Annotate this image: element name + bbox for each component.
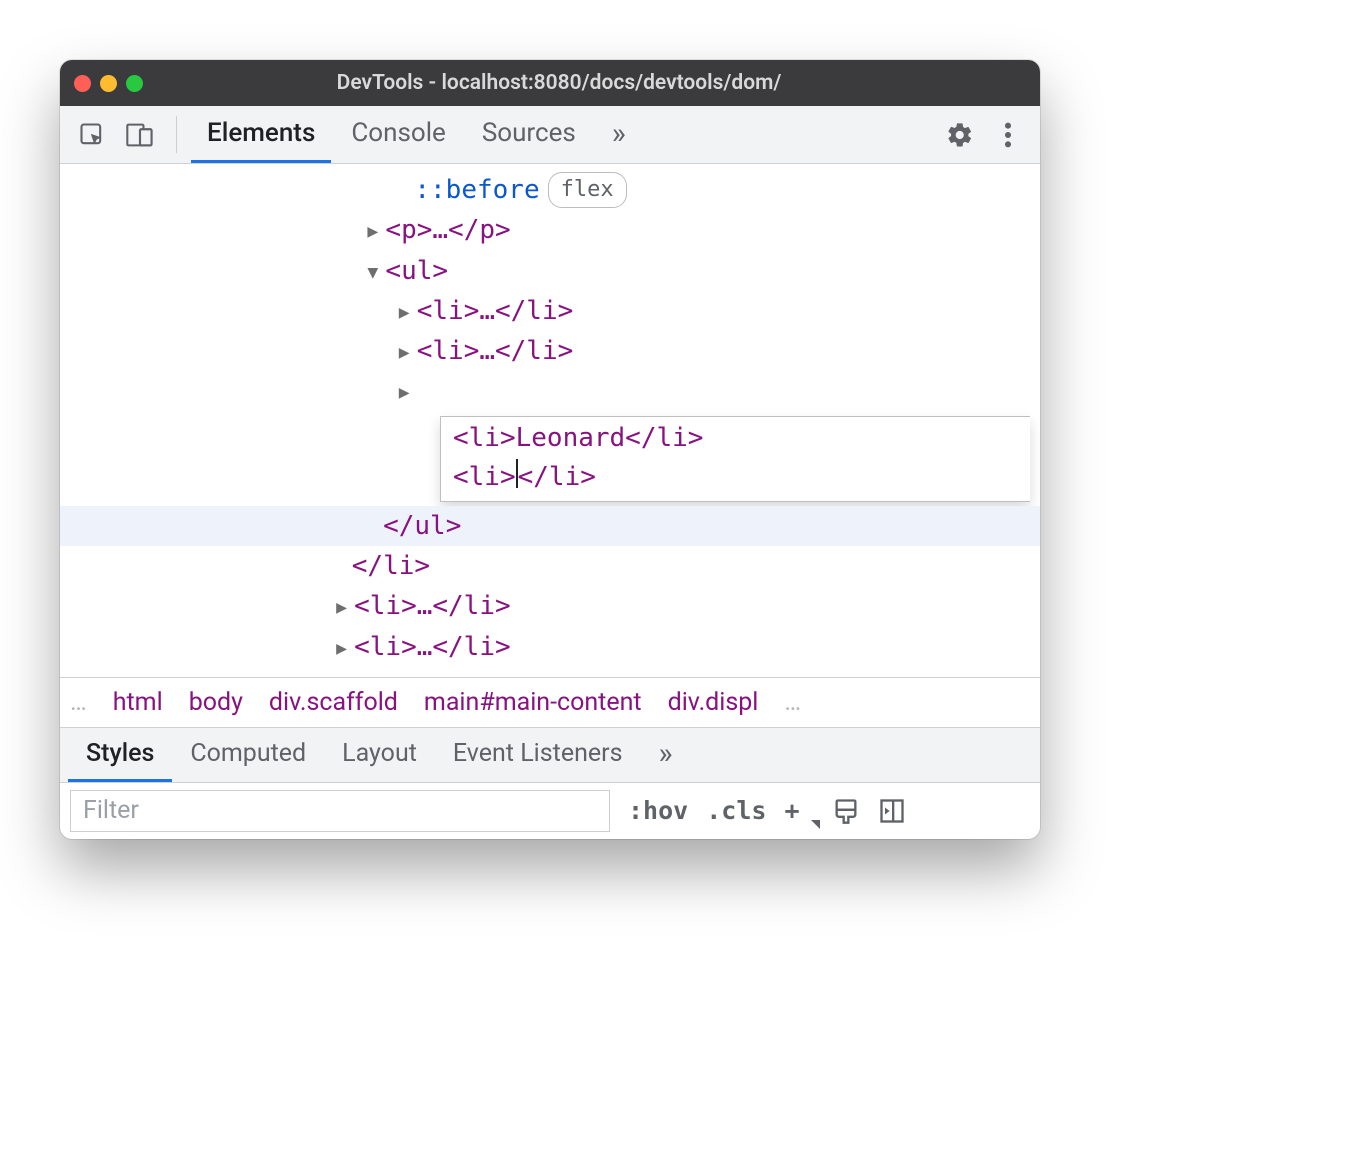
new-style-rule-button[interactable]: +	[784, 796, 814, 825]
brush-icon	[832, 797, 860, 825]
dom-node: <li>…</li>	[417, 296, 574, 326]
computed-panel-toggle[interactable]	[878, 797, 906, 825]
breadcrumb-item[interactable]: div.displ	[668, 688, 759, 717]
dom-node: </li>	[352, 551, 430, 581]
expand-icon[interactable]: ▶	[399, 379, 417, 407]
device-toolbar-icon[interactable]	[118, 106, 162, 163]
breadcrumb-item[interactable]: main#main-content	[424, 688, 642, 717]
tab-label: Console	[351, 118, 445, 148]
breadcrumb: … html body div.scaffold main#main-conte…	[60, 677, 1040, 727]
chevron-right-icon: »	[659, 736, 673, 771]
inspect-element-icon[interactable]	[70, 106, 114, 163]
dom-node-row[interactable]: ▶<li>…</li>	[60, 627, 1040, 667]
sidebar-collapse-icon	[878, 797, 906, 825]
dom-node: <ul>	[385, 256, 448, 286]
expand-icon[interactable]: ▶	[399, 339, 417, 367]
breadcrumb-overflow-right[interactable]: …	[784, 688, 801, 717]
styles-pane-tabs: Styles Computed Layout Event Listeners »	[60, 727, 1040, 783]
dom-node-row[interactable]: </ul>	[60, 506, 1040, 546]
dom-node-row[interactable]: ▶	[60, 371, 1040, 411]
plus-icon: +	[784, 796, 799, 825]
expand-icon[interactable]: ▶	[399, 299, 417, 327]
dom-node: <p>…</p>	[385, 215, 510, 245]
tab-elements[interactable]: Elements	[191, 106, 331, 163]
dom-node: <li>…</li>	[354, 632, 511, 662]
main-toolbar: Elements Console Sources »	[60, 106, 1040, 164]
styles-filter-input[interactable]: Filter	[70, 790, 610, 832]
dom-node: <li>…</li>	[417, 336, 574, 366]
dom-node-row[interactable]: </li>	[60, 546, 1040, 586]
breadcrumb-item[interactable]: html	[113, 688, 163, 717]
cls-toggle[interactable]: .cls	[706, 796, 766, 825]
tab-console[interactable]: Console	[335, 106, 461, 163]
breadcrumb-item[interactable]: div.scaffold	[269, 688, 398, 717]
tab-label: Styles	[86, 739, 154, 768]
tab-label: Elements	[207, 118, 315, 148]
breadcrumb-overflow-left[interactable]: …	[70, 688, 87, 717]
expand-icon[interactable]: ▶	[336, 635, 354, 663]
tab-label: Computed	[190, 739, 306, 768]
rendering-emulations-button[interactable]	[832, 797, 860, 825]
expand-icon[interactable]: ▶	[367, 218, 385, 246]
expand-icon[interactable]: ▶	[336, 594, 354, 622]
flex-badge[interactable]: flex	[548, 172, 627, 208]
collapse-icon[interactable]: ▼	[367, 259, 385, 287]
titlebar: DevTools - localhost:8080/docs/devtools/…	[60, 60, 1040, 106]
dom-tree[interactable]: ::beforeflex ▶<p>…</p> ▼<ul> ▶<li>…</li>…	[60, 164, 1040, 677]
breadcrumb-item[interactable]: body	[189, 688, 243, 717]
styles-toolbar: Filter :hov .cls +	[60, 783, 1040, 839]
window-title: DevTools - localhost:8080/docs/devtools/…	[152, 71, 1026, 95]
devtools-window: DevTools - localhost:8080/docs/devtools/…	[60, 60, 1040, 839]
chevron-right-icon: »	[612, 116, 626, 151]
tab-computed[interactable]: Computed	[172, 728, 324, 782]
styles-tabs-overflow[interactable]: »	[641, 728, 691, 782]
dom-pseudo-row[interactable]: ::before flex	[60, 170, 1040, 210]
kebab-menu-button[interactable]	[986, 121, 1030, 149]
tab-label: Sources	[482, 118, 576, 148]
dom-node-row[interactable]: ▶<p>…</p>	[60, 210, 1040, 250]
window-zoom-button[interactable]	[126, 75, 143, 92]
tab-styles[interactable]: Styles	[68, 728, 172, 782]
settings-button[interactable]	[938, 121, 982, 149]
placeholder-text: Filter	[83, 796, 139, 825]
dom-node-row[interactable]: ▶<li>…</li>	[60, 331, 1040, 371]
tab-layout[interactable]: Layout	[324, 728, 435, 782]
window-close-button[interactable]	[74, 75, 91, 92]
more-vertical-icon	[1003, 121, 1013, 149]
dom-node-row[interactable]: ▼<ul>	[60, 251, 1040, 291]
dom-node-row[interactable]: ▶<li>…</li>	[60, 586, 1040, 626]
tab-event-listeners[interactable]: Event Listeners	[435, 728, 641, 782]
toolbar-separator	[176, 116, 177, 153]
window-minimize-button[interactable]	[100, 75, 117, 92]
html-edit-box[interactable]: <li>Leonard</li> <li></li>	[440, 416, 1030, 502]
tabs-overflow-button[interactable]: »	[596, 106, 642, 163]
dom-node: </ul>	[383, 511, 461, 541]
tab-sources[interactable]: Sources	[466, 106, 592, 163]
hov-toggle[interactable]: :hov	[628, 796, 688, 825]
dom-node: <li>…</li>	[354, 591, 511, 621]
pseudo-before: ::before	[414, 175, 539, 205]
tab-label: Event Listeners	[453, 739, 623, 768]
dom-node-row[interactable]: ▶<li>…</li>	[60, 291, 1040, 331]
gear-icon	[946, 121, 974, 149]
tab-label: Layout	[342, 739, 417, 768]
